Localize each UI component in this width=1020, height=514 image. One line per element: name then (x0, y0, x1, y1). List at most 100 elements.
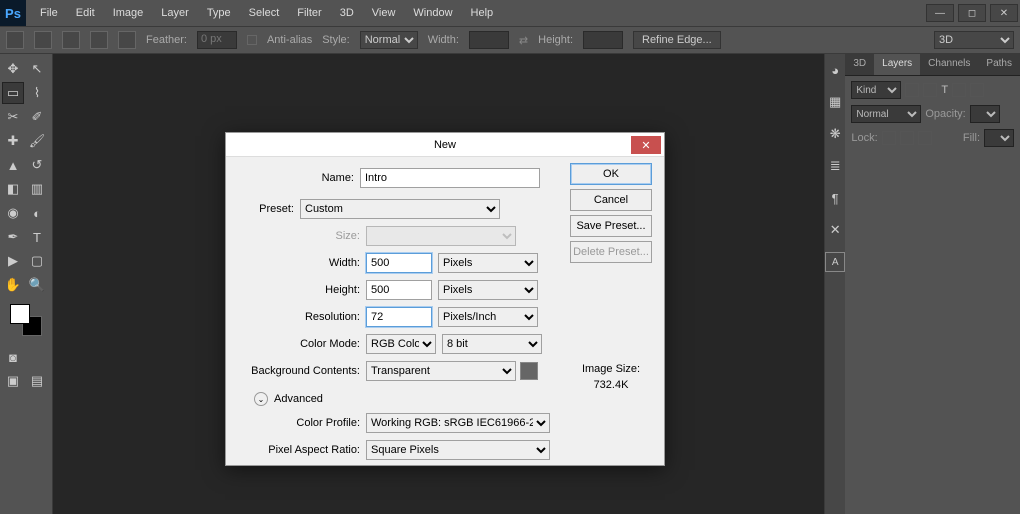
filter-adjust-icon[interactable] (923, 83, 937, 97)
menu-view[interactable]: View (364, 3, 404, 23)
menu-window[interactable]: Window (405, 3, 460, 23)
width-unit-select[interactable]: Pixels (438, 253, 538, 273)
lock-pixels-icon[interactable] (882, 131, 896, 145)
menu-file[interactable]: File (32, 3, 66, 23)
tab-3d[interactable]: 3D (845, 54, 874, 75)
dodge-tool-icon[interactable]: ◐ (26, 202, 48, 224)
name-input[interactable] (360, 168, 540, 188)
fill-input[interactable] (984, 129, 1014, 147)
par-label: Pixel Aspect Ratio: (244, 444, 366, 456)
color-panel-icon[interactable]: ◕ (825, 60, 845, 80)
color-swatch[interactable] (10, 304, 42, 336)
swap-icon[interactable]: ⇄ (519, 34, 528, 47)
history-brush-icon[interactable]: ↺ (26, 154, 48, 176)
type-panel-icon[interactable]: A (825, 252, 845, 272)
eyedropper-tool-icon[interactable]: ✐ (26, 106, 48, 128)
par-select[interactable]: Square Pixels (366, 440, 550, 460)
pen-tool-icon[interactable]: ✒ (2, 226, 24, 248)
menu-3d[interactable]: 3D (332, 3, 362, 23)
preset-select[interactable]: Custom (300, 199, 500, 219)
height-label: Height: (538, 34, 573, 46)
blur-tool-icon[interactable]: ◉ (2, 202, 24, 224)
colorprofile-select[interactable]: Working RGB: sRGB IEC61966-2.1 (366, 413, 550, 433)
eraser-tool-icon[interactable]: ◧ (2, 178, 24, 200)
lock-position-icon[interactable] (900, 131, 914, 145)
screenmode2-icon[interactable]: ▤ (26, 370, 48, 392)
selection-mode-icon-4[interactable] (118, 31, 136, 49)
marquee-tool-icon[interactable]: ▭ (2, 82, 24, 104)
filter-type-icon[interactable]: T (941, 84, 948, 96)
style-select[interactable]: Normal (360, 31, 418, 49)
zoom-tool-icon[interactable]: 🔍 (26, 274, 48, 296)
menu-filter[interactable]: Filter (289, 3, 329, 23)
bg-color-swatch[interactable] (520, 362, 538, 380)
resolution-unit-select[interactable]: Pixels/Inch (438, 307, 538, 327)
paragraph-panel-icon[interactable]: ¶ (825, 188, 845, 208)
crop-tool-icon[interactable]: ✂ (2, 106, 24, 128)
bg-select[interactable]: Transparent (366, 361, 516, 381)
path-select-icon[interactable]: ▶ (2, 250, 24, 272)
advanced-toggle[interactable]: ⌄ (254, 392, 268, 406)
menu-image[interactable]: Image (105, 3, 152, 23)
type-tool-icon[interactable]: T (26, 226, 48, 248)
delete-preset-button[interactable]: Delete Preset... (570, 241, 652, 263)
tab-paths[interactable]: Paths (978, 54, 1020, 75)
opacity-input[interactable] (970, 105, 1000, 123)
blend-mode-select[interactable]: Normal (851, 105, 921, 123)
selection-mode-icon[interactable] (34, 31, 52, 49)
character-panel-icon[interactable]: ✕ (825, 220, 845, 240)
layer-kind-select[interactable]: Kind (851, 81, 901, 99)
tool-preset-icon[interactable] (6, 31, 24, 49)
workspace-select[interactable]: 3D (934, 31, 1014, 49)
minimize-button[interactable]: — (926, 4, 954, 22)
history-panel-icon[interactable]: ≣ (825, 156, 845, 176)
maximize-button[interactable]: ◻ (958, 4, 986, 22)
colordepth-select[interactable]: 8 bit (442, 334, 542, 354)
resolution-input[interactable] (366, 307, 432, 327)
menu-type[interactable]: Type (199, 3, 239, 23)
shape-tool-icon[interactable]: ▢ (26, 250, 48, 272)
stamp-tool-icon[interactable]: ▲ (2, 154, 24, 176)
height-input[interactable] (583, 31, 623, 49)
refine-edge-button[interactable]: Refine Edge... (633, 31, 721, 49)
menu-layer[interactable]: Layer (153, 3, 197, 23)
colormode-select[interactable]: RGB Color (366, 334, 436, 354)
tab-layers[interactable]: Layers (874, 54, 920, 75)
height-input-dlg[interactable] (366, 280, 432, 300)
antialias-checkbox[interactable] (247, 35, 257, 45)
menu-edit[interactable]: Edit (68, 3, 103, 23)
cancel-button[interactable]: Cancel (570, 189, 652, 211)
close-window-button[interactable]: ✕ (990, 4, 1018, 22)
lasso-tool-icon[interactable]: ⌇ (26, 82, 48, 104)
titlebar: Ps File Edit Image Layer Type Select Fil… (0, 0, 1020, 26)
width-input[interactable] (469, 31, 509, 49)
artboard-tool-icon[interactable]: ↖ (26, 58, 48, 80)
width-input-dlg[interactable] (366, 253, 432, 273)
menu-help[interactable]: Help (463, 3, 502, 23)
filter-smart-icon[interactable] (970, 83, 984, 97)
bg-label: Background Contents: (244, 365, 366, 377)
selection-mode-icon-2[interactable] (62, 31, 80, 49)
screenmode-icon[interactable]: ▣ (2, 370, 24, 392)
ok-button[interactable]: OK (570, 163, 652, 185)
move-tool-icon[interactable]: ✥ (2, 58, 24, 80)
swatches-panel-icon[interactable]: ▦ (825, 92, 845, 112)
layers-panel-body: Kind T Normal Opacity: Lock: Fill: (845, 76, 1020, 156)
feather-input[interactable]: 0 px (197, 31, 237, 49)
brush-tool-icon[interactable]: 🖌 (26, 130, 48, 152)
heal-tool-icon[interactable]: ✚ (2, 130, 24, 152)
filter-shape-icon[interactable] (952, 83, 966, 97)
width-label: Width: (428, 34, 459, 46)
menu-select[interactable]: Select (241, 3, 288, 23)
quickmask-icon[interactable]: ◙ (2, 346, 24, 368)
tab-channels[interactable]: Channels (920, 54, 978, 75)
lock-all-icon[interactable] (918, 131, 932, 145)
hand-tool-icon[interactable]: ✋ (2, 274, 24, 296)
filter-image-icon[interactable] (905, 83, 919, 97)
adjustments-panel-icon[interactable]: ❋ (825, 124, 845, 144)
dialog-close-button[interactable]: ✕ (631, 136, 661, 154)
gradient-tool-icon[interactable]: ▥ (26, 178, 48, 200)
save-preset-button[interactable]: Save Preset... (570, 215, 652, 237)
height-unit-select[interactable]: Pixels (438, 280, 538, 300)
selection-mode-icon-3[interactable] (90, 31, 108, 49)
